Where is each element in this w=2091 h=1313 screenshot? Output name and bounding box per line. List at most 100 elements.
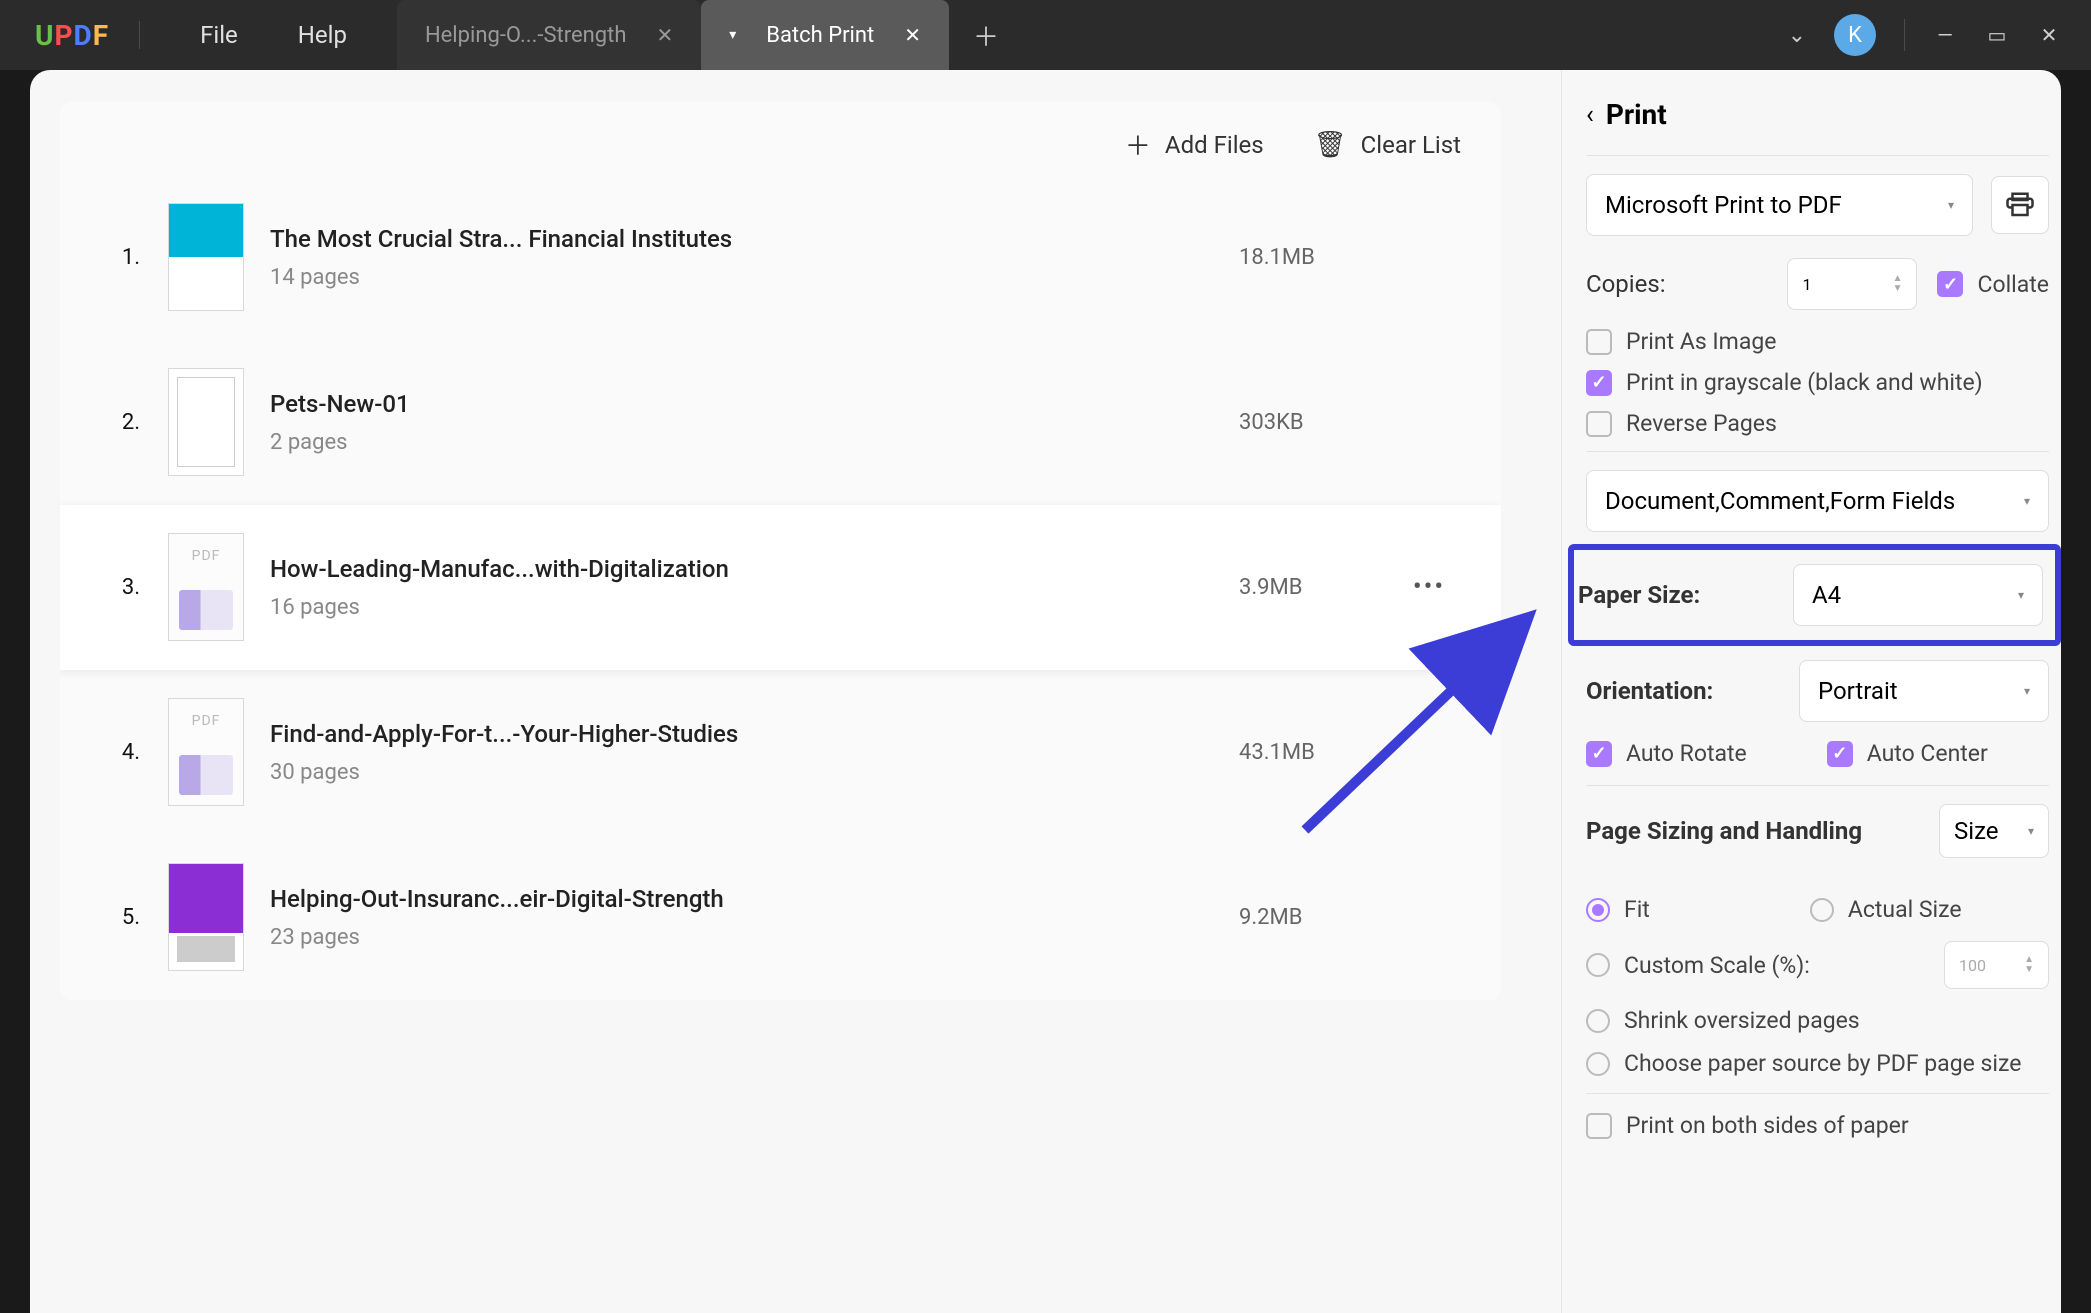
copies-row: Copies: 1 ▲▼ Collate [1586, 258, 2049, 310]
page-count: 2 pages [270, 430, 1239, 455]
page-count: 16 pages [270, 595, 1239, 620]
new-tab-button[interactable]: ＋ [949, 0, 1023, 70]
both-sides-label: Print on both sides of paper [1626, 1112, 1909, 1139]
spinner-icon[interactable]: ▲▼ [2024, 955, 2034, 975]
spinner-icon[interactable]: ▲▼ [1893, 274, 1903, 294]
auto-center-checkbox[interactable] [1827, 741, 1853, 767]
close-icon[interactable]: ✕ [904, 23, 921, 47]
paper-size-select[interactable]: A4 ▾ [1793, 564, 2043, 626]
main-area: ＋ Add Files 🗑 Clear List 1. The Most Cru… [30, 70, 2061, 1313]
divider [1586, 451, 2049, 452]
file-size: 18.1MB [1239, 245, 1389, 270]
shrink-label: Shrink oversized pages [1624, 1007, 1860, 1034]
fit-radio[interactable] [1586, 898, 1610, 922]
trash-icon: 🗑 [1314, 130, 1347, 160]
copies-input[interactable]: 1 ▲▼ [1787, 258, 1917, 310]
custom-scale-input[interactable]: 100 ▲▼ [1944, 941, 2049, 989]
printer-row: Microsoft Print to PDF ▾ [1586, 174, 2049, 236]
collate-checkbox[interactable] [1937, 271, 1963, 297]
add-files-button[interactable]: ＋ Add Files [1125, 126, 1264, 163]
file-menu[interactable]: File [170, 21, 268, 49]
actual-size-radio[interactable] [1810, 898, 1834, 922]
file-size: 3.9MB [1239, 575, 1389, 600]
back-icon[interactable]: ‹ [1586, 100, 1594, 130]
both-sides-checkbox[interactable] [1586, 1113, 1612, 1139]
avatar[interactable]: K [1834, 14, 1876, 56]
file-thumbnail [168, 863, 244, 971]
chevron-down-icon[interactable]: ▾ [729, 27, 736, 43]
plus-icon: ＋ [1125, 126, 1151, 163]
table-row[interactable]: 5. Helping-Out-Insuranc...eir-Digital-St… [60, 835, 1501, 1000]
row-number: 2. [92, 410, 140, 435]
help-menu[interactable]: Help [268, 21, 377, 49]
tab-label: Helping-O...-Strength [425, 23, 627, 48]
fit-label: Fit [1624, 896, 1650, 923]
row-number: 3. [92, 575, 140, 600]
shrink-radio[interactable] [1586, 1009, 1610, 1033]
table-row[interactable]: 1. The Most Crucial Stra... Financial In… [60, 175, 1501, 340]
table-row[interactable]: 2. Pets-New-01 2 pages 303KB [60, 340, 1501, 505]
sizing-label: Page Sizing and Handling [1586, 817, 1862, 845]
chevron-down-icon: ▾ [2024, 684, 2030, 698]
panel-title: Print [1606, 98, 1667, 131]
auto-center-label: Auto Center [1867, 740, 1988, 767]
fit-actual-row: Fit Actual Size [1586, 896, 2049, 923]
auto-rotate-checkbox[interactable] [1586, 741, 1612, 767]
row-number: 5. [92, 905, 140, 930]
chevron-down-icon: ▾ [1948, 198, 1954, 212]
grayscale-label: Print in grayscale (black and white) [1626, 369, 1983, 396]
orientation-select[interactable]: Portrait ▾ [1799, 660, 2049, 722]
maximize-icon[interactable]: ▭ [1985, 23, 2009, 47]
grayscale-checkbox[interactable] [1586, 370, 1612, 396]
row-info: Pets-New-01 2 pages [270, 390, 1239, 455]
copies-value: 1 [1802, 275, 1811, 294]
print-as-image-checkbox[interactable] [1586, 329, 1612, 355]
tab-inactive[interactable]: Helping-O...-Strength ✕ [397, 0, 701, 70]
orientation-label: Orientation: [1586, 677, 1713, 705]
file-size: 303KB [1239, 410, 1389, 435]
row-number: 1. [92, 245, 140, 270]
table-row[interactable]: 4. Find-and-Apply-For-t...-Your-Higher-S… [60, 670, 1501, 835]
file-thumbnail [168, 368, 244, 476]
print-as-image-label: Print As Image [1626, 328, 1776, 355]
close-icon[interactable]: ✕ [656, 23, 673, 47]
list-toolbar: ＋ Add Files 🗑 Clear List [60, 102, 1501, 175]
custom-scale-row: Custom Scale (%): 100 ▲▼ [1586, 941, 2049, 989]
print-button[interactable] [1991, 176, 2049, 234]
file-title: Helping-Out-Insuranc...eir-Digital-Stren… [270, 885, 1239, 913]
printer-select[interactable]: Microsoft Print to PDF ▾ [1586, 174, 1973, 236]
tab-label: Batch Print [766, 23, 874, 48]
clear-list-button[interactable]: 🗑 Clear List [1314, 130, 1461, 160]
row-info: Helping-Out-Insuranc...eir-Digital-Stren… [270, 885, 1239, 950]
file-title: The Most Crucial Stra... Financial Insti… [270, 225, 1239, 253]
printer-icon [2005, 190, 2035, 220]
row-number: 4. [92, 740, 140, 765]
content-type-select[interactable]: Document,Comment,Form Fields ▾ [1586, 470, 2049, 532]
reverse-label: Reverse Pages [1626, 410, 1777, 437]
auto-rotate-label: Auto Rotate [1626, 740, 1747, 767]
minimize-icon[interactable]: — [1933, 23, 1957, 47]
chevron-down-icon[interactable]: ⌄ [1788, 23, 1806, 48]
more-icon[interactable]: ••• [1389, 572, 1469, 602]
paper-source-label: Choose paper source by PDF page size [1624, 1050, 2021, 1077]
tab-active[interactable]: ▾ Batch Print ✕ [701, 0, 949, 70]
close-icon[interactable]: ✕ [2037, 23, 2061, 47]
file-title: Find-and-Apply-For-t...-Your-Higher-Stud… [270, 720, 1239, 748]
file-list-panel: ＋ Add Files 🗑 Clear List 1. The Most Cru… [30, 70, 1561, 1313]
page-count: 23 pages [270, 925, 1239, 950]
paper-source-row: Choose paper source by PDF page size [1586, 1050, 2049, 1077]
panel-header: ‹ Print [1586, 98, 2049, 131]
sizing-mode-select[interactable]: Size ▾ [1939, 804, 2049, 858]
divider [1586, 1093, 2049, 1094]
page-count: 14 pages [270, 265, 1239, 290]
sizing-mode-value: Size [1954, 817, 1999, 845]
titlebar: UPDF File Help Helping-O...-Strength ✕ ▾… [0, 0, 2091, 70]
custom-scale-radio[interactable] [1586, 953, 1610, 977]
shrink-row: Shrink oversized pages [1586, 1007, 2049, 1034]
row-info: The Most Crucial Stra... Financial Insti… [270, 225, 1239, 290]
reverse-checkbox[interactable] [1586, 411, 1612, 437]
both-sides-row: Print on both sides of paper [1586, 1112, 2049, 1139]
table-row[interactable]: 3. How-Leading-Manufac...with-Digitaliza… [60, 505, 1501, 670]
paper-source-radio[interactable] [1586, 1052, 1610, 1076]
auto-options-row: Auto Rotate Auto Center [1586, 740, 2049, 767]
